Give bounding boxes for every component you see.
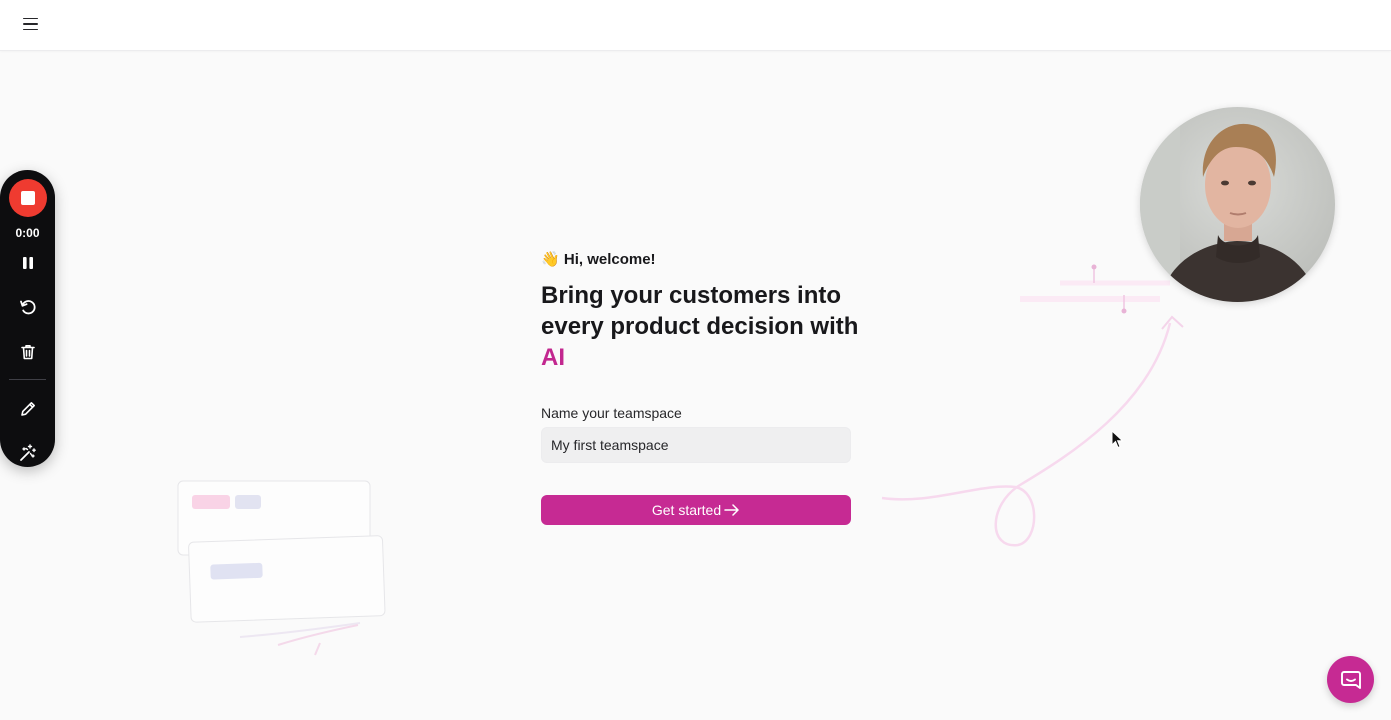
trash-icon [21,345,35,360]
hamburger-menu-icon[interactable] [20,13,42,35]
restart-icon [20,300,36,315]
teamspace-name-input[interactable] [541,427,851,463]
webcam-bubble[interactable] [1140,107,1335,302]
teamspace-name-label: Name your teamspace [541,405,682,421]
webcam-feed [1140,107,1335,302]
delete-recording-button[interactable] [15,339,41,365]
stop-icon [21,191,35,205]
restart-button[interactable] [15,294,41,320]
recording-timer: 0:00 [15,226,40,240]
page-headline: Bring your customers into every product … [541,280,861,373]
pause-button[interactable] [15,250,41,276]
pause-icon [23,257,33,269]
decorative-cards-illustration [177,480,386,656]
effects-button[interactable] [15,440,41,466]
decorative-curve-illustration [881,264,1184,547]
draw-button[interactable] [15,396,41,422]
headline-accent: AI [541,344,565,371]
app-page: 0:00 👋 Hi, welcome! Bring your customers… [0,0,1391,720]
toolbar-divider [9,379,46,380]
recording-toolbar: 0:00 [0,170,55,467]
sparkle-wand-icon [20,444,36,461]
get-started-button[interactable]: Get started [541,495,851,525]
mouse-cursor-icon [1111,430,1124,449]
welcome-text: Hi, welcome! [563,251,656,268]
arrow-right-icon [724,504,739,516]
get-started-label: Get started [651,502,722,518]
headline-text: Bring your customers into every product … [541,282,859,340]
chat-bubble-icon [1340,670,1361,689]
top-bar [0,0,1391,51]
welcome-greeting: 👋 Hi, welcome! [541,250,656,268]
pencil-icon [21,402,35,416]
chat-launcher-button[interactable] [1327,656,1374,703]
stop-recording-button[interactable] [9,179,47,217]
waving-hand-icon: 👋 [541,251,560,268]
